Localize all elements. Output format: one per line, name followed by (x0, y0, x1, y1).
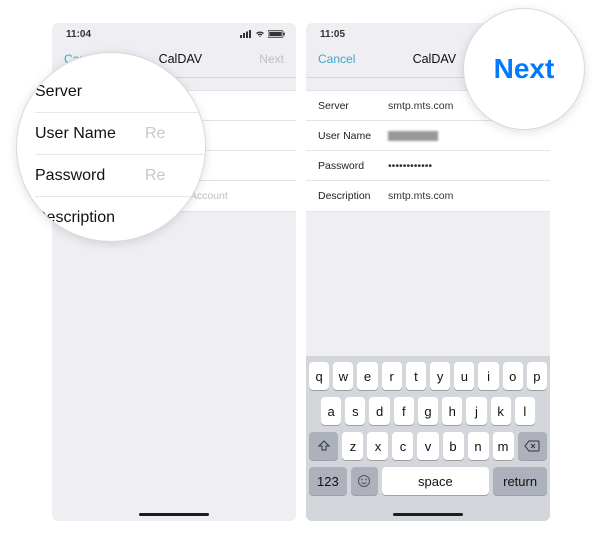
key-123[interactable]: 123 (309, 467, 347, 495)
mag-next-label: Next (464, 9, 584, 129)
mag-server-label: Server (35, 83, 145, 101)
key-q[interactable]: q (309, 362, 329, 390)
key-i[interactable]: i (478, 362, 498, 390)
key-o[interactable]: o (503, 362, 523, 390)
magnifier-right: Next (463, 8, 585, 130)
key-y[interactable]: y (430, 362, 450, 390)
status-time: 11:05 (320, 29, 345, 40)
password-row[interactable]: Password •••••••••••• (306, 151, 550, 181)
key-t[interactable]: t (406, 362, 426, 390)
key-c[interactable]: c (392, 432, 413, 460)
mag-username-label: User Name (35, 125, 145, 143)
key-d[interactable]: d (369, 397, 389, 425)
status-icons (240, 30, 286, 38)
key-r[interactable]: r (382, 362, 402, 390)
password-label: Password (318, 160, 388, 172)
key-a[interactable]: a (321, 397, 341, 425)
nav-title: CalDAV (413, 52, 457, 66)
key-z[interactable]: z (342, 432, 363, 460)
mag-password-row: Password Re (35, 155, 205, 197)
key-v[interactable]: v (417, 432, 438, 460)
password-input[interactable]: •••••••••••• (388, 160, 432, 172)
key-f[interactable]: f (394, 397, 414, 425)
key-space[interactable]: space (382, 467, 490, 495)
keyboard-row-2: asdfghjkl (309, 397, 547, 425)
key-w[interactable]: w (333, 362, 353, 390)
magnifier-left: Server User Name Re Password Re Descript… (16, 52, 206, 242)
mag-username-row: User Name Re (35, 113, 205, 155)
description-row[interactable]: Description smtp.mts.com (306, 181, 550, 211)
emoji-icon (357, 474, 371, 488)
home-indicator[interactable] (139, 513, 209, 517)
key-return[interactable]: return (493, 467, 547, 495)
description-label: Description (318, 190, 388, 202)
wifi-icon (254, 30, 266, 38)
key-b[interactable]: b (443, 432, 464, 460)
key-u[interactable]: u (454, 362, 474, 390)
mag-username-placeholder: Re (145, 125, 165, 143)
server-label: Server (318, 100, 388, 112)
status-bar: 11:04 (52, 23, 296, 41)
backspace-icon (524, 440, 540, 452)
keyboard[interactable]: qwertyuiop asdfghjkl zxcvbnm 123 space r… (306, 356, 550, 521)
key-emoji[interactable] (351, 467, 378, 495)
keyboard-row-3: zxcvbnm (309, 432, 547, 460)
key-p[interactable]: p (527, 362, 547, 390)
mag-password-label: Password (35, 167, 145, 185)
next-button-disabled: Next (259, 52, 284, 66)
keyboard-row-4: 123 space return (309, 467, 547, 495)
description-input[interactable]: smtp.mts.com (388, 190, 453, 202)
key-k[interactable]: k (491, 397, 511, 425)
key-e[interactable]: e (357, 362, 377, 390)
key-shift[interactable] (309, 432, 338, 460)
key-x[interactable]: x (367, 432, 388, 460)
key-m[interactable]: m (493, 432, 514, 460)
key-j[interactable]: j (466, 397, 486, 425)
key-n[interactable]: n (468, 432, 489, 460)
nav-title: CalDAV (159, 52, 203, 66)
cancel-button[interactable]: Cancel (318, 52, 355, 66)
key-backspace[interactable] (518, 432, 547, 460)
username-input[interactable] (388, 130, 438, 142)
shift-icon (318, 440, 330, 452)
key-h[interactable]: h (442, 397, 462, 425)
key-l[interactable]: l (515, 397, 535, 425)
key-g[interactable]: g (418, 397, 438, 425)
redacted-value (388, 131, 438, 141)
key-s[interactable]: s (345, 397, 365, 425)
home-indicator[interactable] (393, 513, 463, 517)
status-time: 11:04 (66, 29, 91, 40)
server-input[interactable]: smtp.mts.com (388, 100, 453, 112)
username-label: User Name (318, 130, 388, 142)
keyboard-row-1: qwertyuiop (309, 362, 547, 390)
mag-password-placeholder: Re (145, 167, 165, 185)
signal-icon (240, 30, 252, 38)
battery-icon (268, 30, 286, 38)
